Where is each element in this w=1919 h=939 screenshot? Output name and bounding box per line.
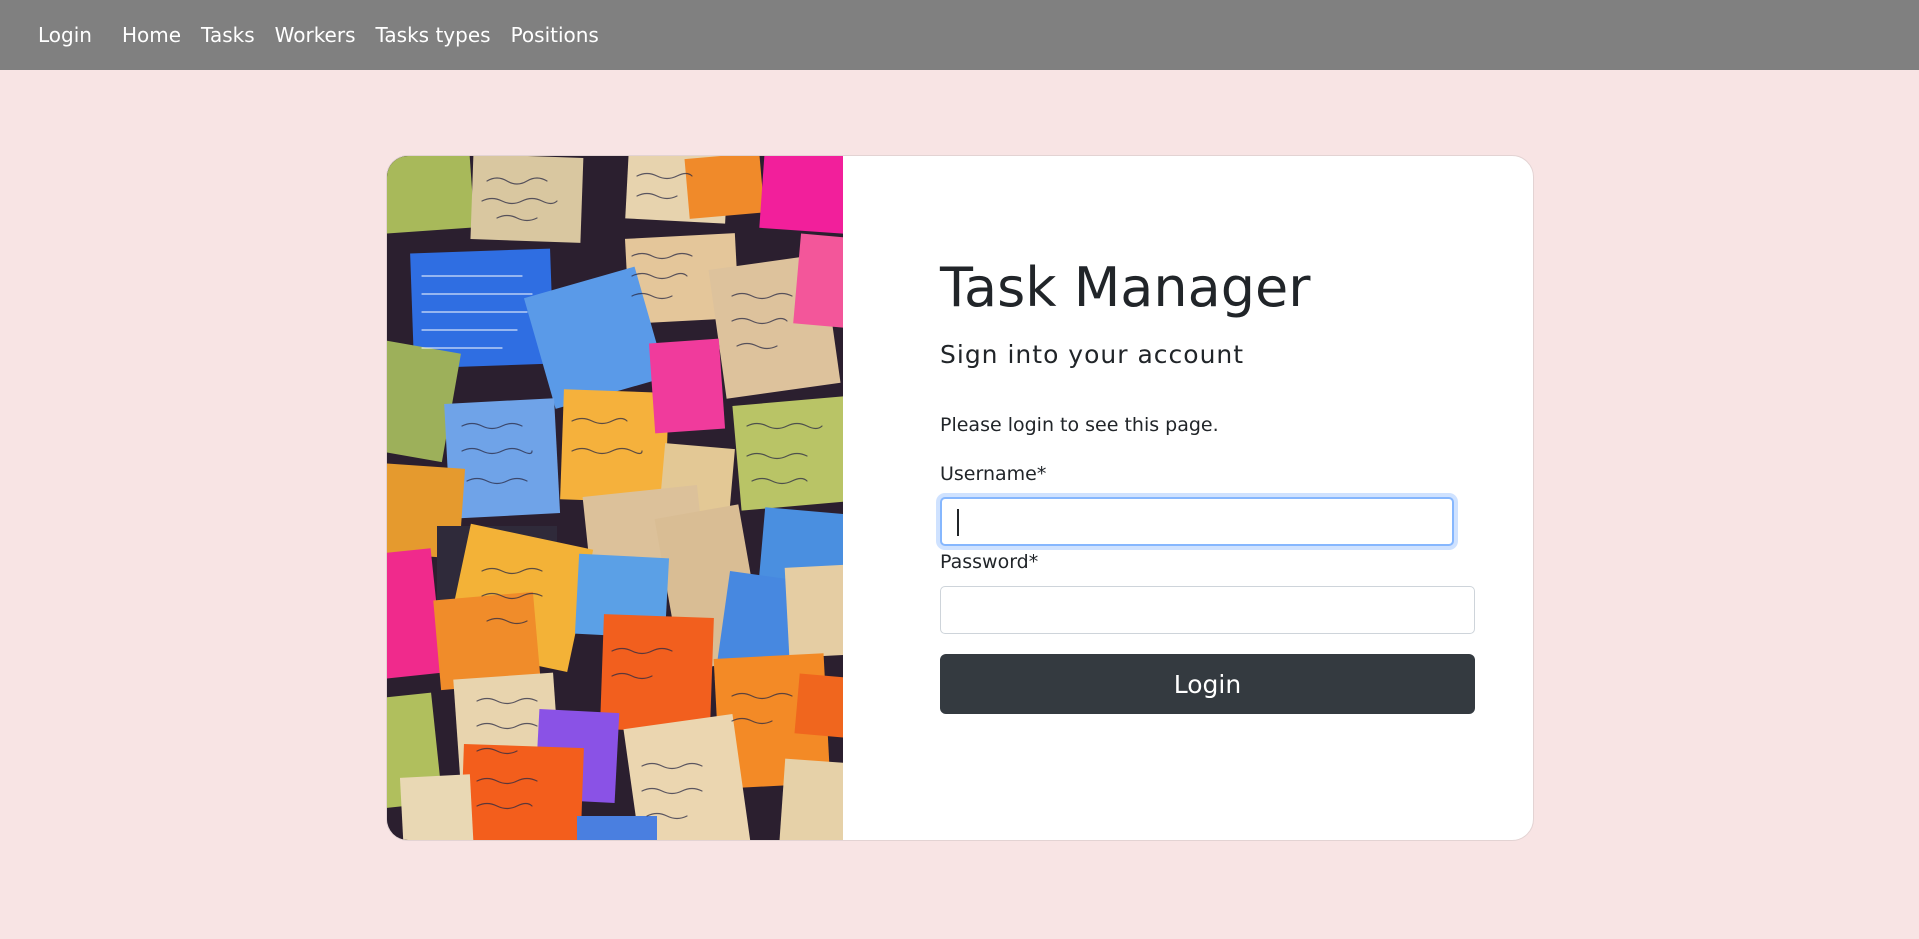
login-button[interactable]: Login [940,654,1475,714]
login-required-notice: Please login to see this page. [940,414,1219,436]
sticky-notes-illustration [387,156,843,840]
login-card: Task Manager Sign into your account Plea… [386,155,1534,841]
app-title: Task Manager [940,256,1311,319]
nav-brand-login[interactable]: Login [38,23,92,47]
username-input[interactable] [940,497,1454,546]
sticky-notes-image [387,156,843,840]
nav-link-home[interactable]: Home [122,23,181,47]
navbar: Login Home Tasks Workers Tasks types Pos… [0,0,1919,70]
username-label: Username* [940,463,1047,485]
password-input[interactable] [940,586,1475,634]
nav-link-tasks[interactable]: Tasks [201,23,255,47]
nav-link-workers[interactable]: Workers [275,23,356,47]
nav-link-positions[interactable]: Positions [511,23,599,47]
text-caret [957,509,959,536]
sign-in-subtitle: Sign into your account [940,340,1245,369]
nav-link-tasks-types[interactable]: Tasks types [376,23,491,47]
password-label: Password* [940,551,1039,573]
nav-links: Home Tasks Workers Tasks types Positions [122,23,599,47]
